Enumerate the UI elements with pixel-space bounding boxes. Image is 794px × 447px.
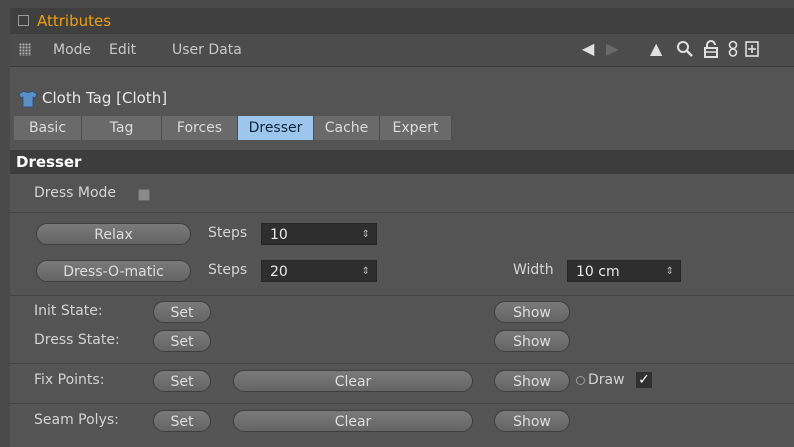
menu-mode[interactable]: Mode	[53, 42, 91, 58]
seam-polys-show-button[interactable]: Show	[494, 410, 570, 432]
object-row: Cloth Tag [Cloth]	[10, 87, 794, 113]
dress-o-matic-steps-field[interactable]: 20 ⇕	[261, 260, 377, 282]
seam-polys-set-button[interactable]: Set	[153, 410, 211, 432]
cloth-shirt-icon	[18, 90, 38, 108]
tab-dresser[interactable]: Dresser	[238, 116, 314, 140]
fix-points-label: Fix Points:	[34, 372, 105, 388]
init-state-show-button[interactable]: Show	[494, 301, 570, 323]
relax-steps-field[interactable]: 10 ⇕	[261, 223, 377, 245]
search-icon[interactable]	[676, 40, 694, 62]
menu-user-data[interactable]: User Data	[172, 42, 242, 58]
lock-icon[interactable]	[703, 40, 719, 62]
menu-edit[interactable]: Edit	[109, 42, 136, 58]
dress-o-matic-steps-value: 20	[270, 264, 288, 280]
fix-points-clear-button[interactable]: Clear	[233, 370, 473, 392]
width-field[interactable]: 10 cm ⇕	[567, 260, 681, 282]
divider	[10, 295, 794, 296]
section-title: Dresser	[10, 150, 794, 174]
fix-points-show-button[interactable]: Show	[494, 370, 570, 392]
forward-arrow-icon[interactable]: ▶	[606, 40, 618, 58]
link-icon[interactable]	[727, 40, 739, 62]
dress-o-matic-steps-label: Steps	[208, 262, 248, 278]
draw-checkbox[interactable]: ✓	[636, 372, 652, 388]
grip-icon[interactable]	[19, 43, 31, 56]
panel-title: Attributes	[37, 12, 112, 30]
stepper-icon[interactable]: ⇕	[666, 261, 674, 283]
dress-state-show-button[interactable]: Show	[494, 330, 570, 352]
divider	[10, 363, 794, 364]
relax-button[interactable]: Relax	[36, 223, 191, 245]
relax-steps-label: Steps	[208, 225, 248, 241]
init-state-set-button[interactable]: Set	[153, 301, 211, 323]
stepper-icon[interactable]: ⇕	[362, 261, 370, 283]
divider	[10, 212, 794, 213]
object-name: Cloth Tag [Cloth]	[42, 89, 168, 107]
dress-o-matic-button[interactable]: Dress-O-matic	[36, 260, 191, 282]
dress-mode-checkbox[interactable]	[138, 189, 150, 201]
dress-mode-label: Dress Mode	[34, 185, 117, 201]
draw-label: Draw	[588, 372, 625, 388]
new-panel-icon[interactable]	[745, 40, 759, 62]
attributes-panel: Attributes Mode Edit User Data ◀ ▶ ▲ Clo…	[10, 8, 794, 447]
width-value: 10 cm	[576, 264, 620, 280]
back-arrow-icon[interactable]: ◀	[582, 40, 594, 58]
dress-state-label: Dress State:	[34, 332, 120, 348]
seam-polys-clear-button[interactable]: Clear	[233, 410, 473, 432]
dress-state-set-button[interactable]: Set	[153, 330, 211, 352]
width-label: Width	[513, 262, 554, 278]
tab-tag[interactable]: Tag	[82, 116, 162, 140]
fix-points-set-button[interactable]: Set	[153, 370, 211, 392]
divider	[10, 403, 794, 404]
stepper-icon[interactable]: ⇕	[362, 224, 370, 246]
draw-radio-icon[interactable]	[576, 376, 585, 385]
relax-steps-value: 10	[270, 227, 288, 243]
seam-polys-label: Seam Polys:	[34, 412, 119, 428]
tab-forces[interactable]: Forces	[162, 116, 238, 140]
init-state-label: Init State:	[34, 303, 103, 319]
tab-basic[interactable]: Basic	[14, 116, 82, 140]
tab-expert[interactable]: Expert	[380, 116, 452, 140]
tab-cache[interactable]: Cache	[314, 116, 380, 140]
up-arrow-icon[interactable]: ▲	[650, 40, 662, 58]
title-bar: Attributes	[10, 8, 794, 34]
menu-bar: Mode Edit User Data ◀ ▶ ▲	[10, 34, 794, 67]
panel-menu-icon[interactable]	[18, 15, 29, 26]
